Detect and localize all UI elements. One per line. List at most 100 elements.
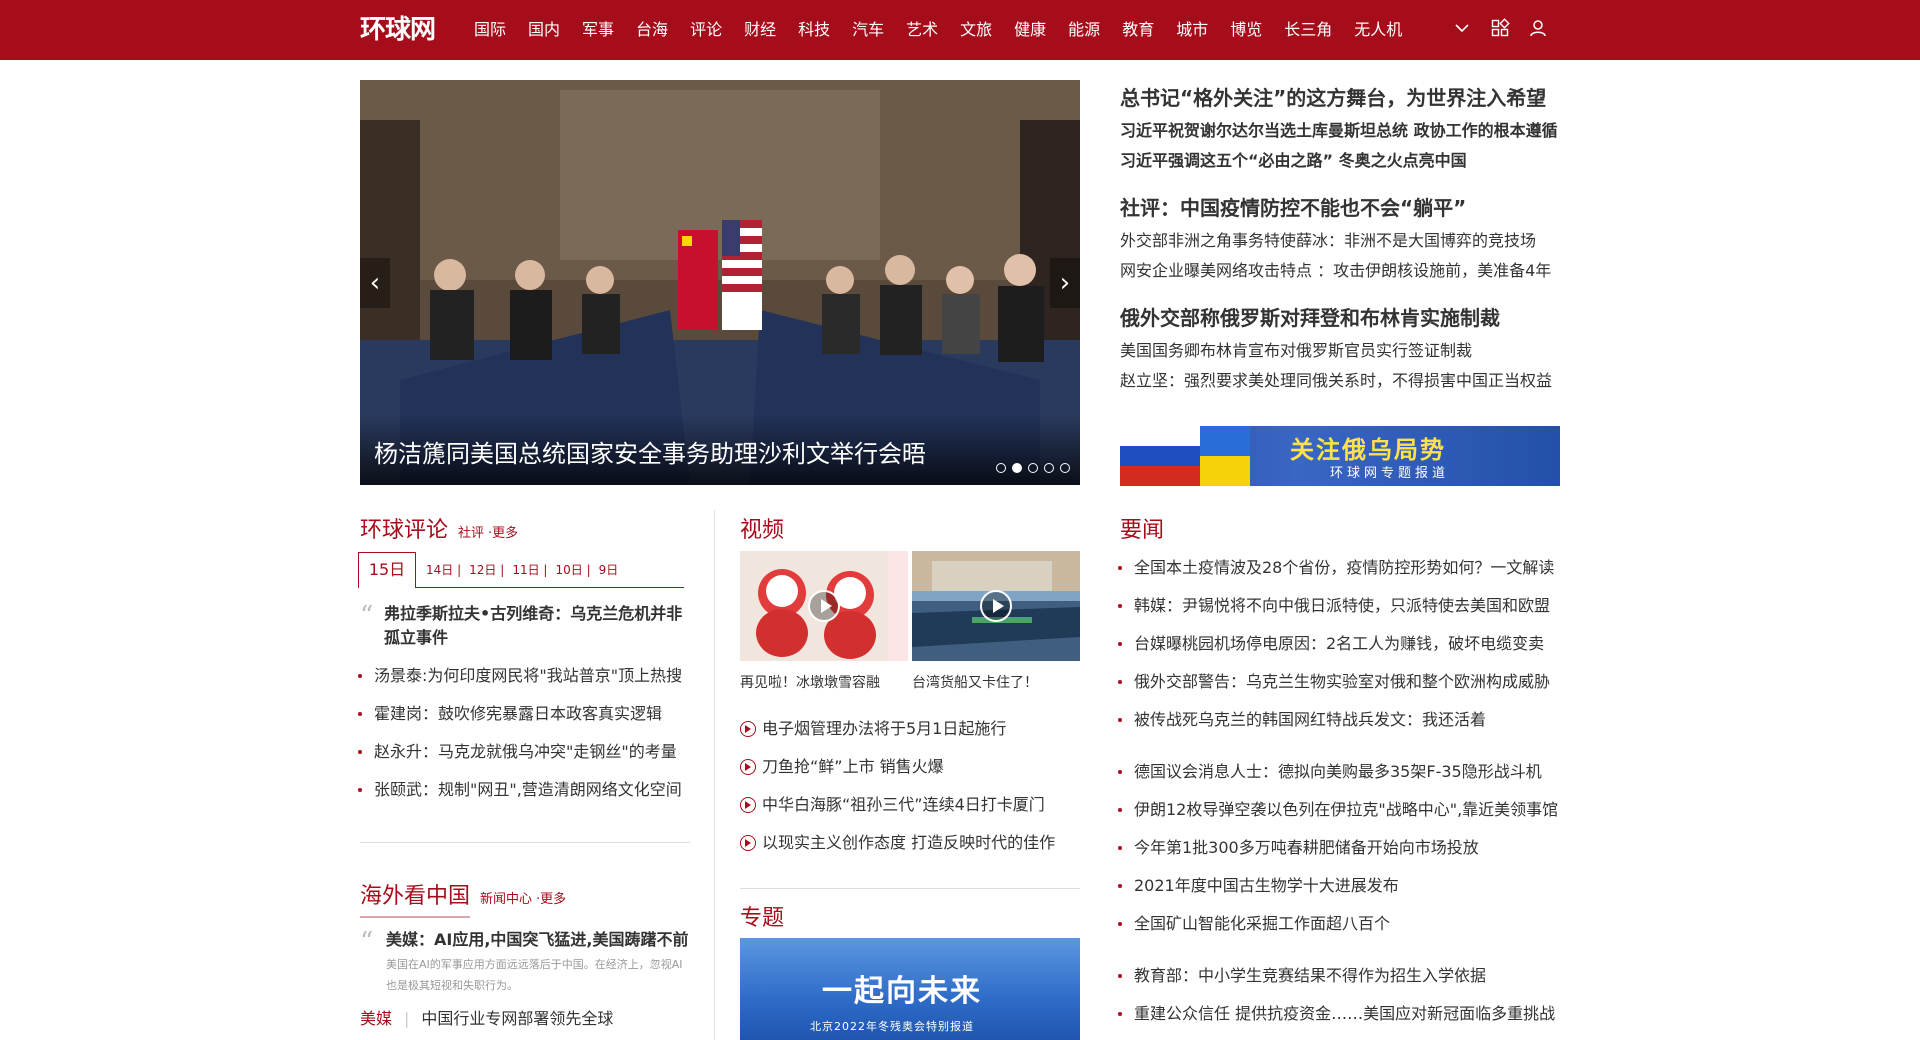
link-news-center[interactable]: 新闻中心 [480,892,532,907]
link-more[interactable]: 更多 [540,892,566,907]
news-item[interactable]: 全国矿山智能化采掘工作面超八百个 [1118,905,1560,943]
section-title[interactable]: 环球评论 [360,512,448,544]
play-icon[interactable] [980,590,1012,622]
video-list-item[interactable]: 电子烟管理办法将于5月1日起施行 [740,710,1080,748]
section-title[interactable]: 海外看中国 [360,878,470,910]
section-title[interactable]: 视频 [740,512,784,544]
line-text[interactable]: 中国行业专网部署领先全球 [421,1009,613,1028]
news-list-1: 全国本土疫情波及28个省份，疫情防控形势如何？一文解读 韩媒：尹锡悦将不向中俄日… [1118,549,1560,739]
featured-comment[interactable]: “ 弗拉季斯拉夫•古列维奇：乌克兰危机并非孤立事件 [360,602,690,650]
date-tab[interactable]: 12日 | [469,561,504,578]
video-list-item[interactable]: 中华白海豚“祖孙三代”连续4日打卡厦门 [740,786,1080,824]
featured-overseas-title[interactable]: 美媒：AI应用,中国突飞猛进,美国踌躇不前 [386,928,690,952]
video-list-item[interactable]: 刀鱼抢“鲜”上市 销售火爆 [740,748,1080,786]
news-item[interactable]: 教育部：中小学生竞赛结果不得作为招生入学依据 [1118,957,1560,995]
main-nav: 国际 国内 军事 台海 评论 财经 科技 汽车 艺术 文旅 健康 能源 教育 城… [474,0,1424,60]
slider-dot[interactable] [996,463,1006,473]
video-caption[interactable]: 再见啦！冰墩墩雪容融 [740,672,880,692]
news-item[interactable]: 德国议会消息人士：德拟向美购最多35架F-35隐形战斗机 [1118,753,1560,791]
apps-grid-icon[interactable] [1490,18,1510,38]
nav-item-yangtze-delta[interactable]: 长三角 [1284,0,1332,60]
list-item[interactable]: 汤景泰:为何印度网民将"我站普京"顶上热搜 [358,657,688,695]
nav-item-culture-travel[interactable]: 文旅 [960,0,992,60]
date-tab-active[interactable]: 15日 [358,551,416,588]
slider-caption[interactable]: 杨洁篪同美国总统国家安全事务助理沙利文举行会晤 [374,434,926,469]
slider-next-button[interactable]: › [1050,258,1080,308]
date-tab[interactable]: 9日 [599,561,619,578]
slider-dot-active[interactable] [1012,463,1022,473]
headline-sub[interactable]: 外交部非洲之角事务特使薛冰：非洲不是大国博弈的竞技场 [1120,226,1560,256]
nav-item-finance[interactable]: 财经 [744,0,776,60]
nav-item-expo[interactable]: 博览 [1230,0,1262,60]
nav-item-city[interactable]: 城市 [1176,0,1208,60]
slider-dot[interactable] [1044,463,1054,473]
news-item[interactable]: 被传战死乌克兰的韩国网红特战兵发文：我还活着 [1118,701,1560,739]
nav-item-military[interactable]: 军事 [582,0,614,60]
news-list-3: 教育部：中小学生竞赛结果不得作为招生入学依据 重建公众信任 提供抗疫资金……美国… [1118,957,1560,1033]
headline-sub[interactable]: 习近平祝贺谢尔达尔当选土库曼斯坦总统 政协工作的根本遵循 [1120,116,1560,146]
source-tag[interactable]: 美媒 [360,1009,392,1028]
date-tab[interactable]: 11日 | [512,561,547,578]
overseas-line-item[interactable]: 美媒 | 中国行业专网部署领先全球 [360,1005,613,1029]
topic-title: 一起向未来 [822,974,982,1009]
slider-dot[interactable] [1028,463,1038,473]
video-thumb[interactable] [912,551,1080,661]
nav-item-tech[interactable]: 科技 [798,0,830,60]
slider-dots [996,463,1070,473]
nav-item-international[interactable]: 国际 [474,0,506,60]
headline-sub[interactable]: 赵立坚：强烈要求美处理同俄关系时，不得损害中国正当权益 [1120,366,1560,396]
headline-title[interactable]: 总书记“格外关注”的这方舞台，为世界注入希望 [1120,80,1560,116]
user-icon[interactable] [1528,18,1548,38]
nav-icons [1452,18,1548,38]
nav-item-health[interactable]: 健康 [1014,0,1046,60]
headline-title[interactable]: 社评：中国疫情防控不能也不会“躺平” [1120,190,1560,226]
play-icon[interactable] [808,590,840,622]
news-item[interactable]: 伊朗12枚导弹空袭以色列在伊拉克"战略中心",靠近美领事馆 [1118,791,1560,829]
headline-sub[interactable]: 美国国务卿布林肯宣布对俄罗斯官员实行签证制裁 [1120,336,1560,366]
nav-item-auto[interactable]: 汽车 [852,0,884,60]
date-tab[interactable]: 14日 | [426,561,461,578]
news-item[interactable]: 今年第1批300多万吨春耕肥储备开始向市场投放 [1118,829,1560,867]
list-item[interactable]: 张颐武：规制"网丑",营造清朗网络文化空间 [358,771,688,809]
news-item[interactable]: 2021年度中国古生物学十大进展发布 [1118,867,1560,905]
nav-item-taiwan-strait[interactable]: 台海 [636,0,668,60]
link-editorial[interactable]: 社评 [458,526,484,541]
headline-title[interactable]: 俄外交部称俄罗斯对拜登和布林肯实施制裁 [1120,300,1560,336]
news-item[interactable]: 全国本土疫情波及28个省份，疫情防控形势如何？一文解读 [1118,549,1560,587]
news-section-header: 要闻 [1120,512,1164,544]
news-item[interactable]: 俄外交部警告：乌克兰生物实验室对俄和整个欧洲构成威胁 [1118,663,1560,701]
separator: | [404,1009,410,1028]
video-caption[interactable]: 台湾货船又卡住了！ [912,672,1038,692]
headline-sub[interactable]: 网安企业曝美网络攻击特点 ：攻击伊朗核设施前，美准备4年 [1120,256,1560,286]
featured-comment-title[interactable]: 弗拉季斯拉夫•古列维奇：乌克兰危机并非孤立事件 [384,602,690,650]
news-item[interactable]: 重建公众信任 提供抗疫资金……美国应对新冠面临多重挑战 [1118,995,1560,1033]
news-item[interactable]: 韩媒：尹锡悦将不向中俄日派特使，只派特使去美国和欧盟 [1118,587,1560,625]
nav-item-education[interactable]: 教育 [1122,0,1154,60]
news-item[interactable]: 台媒曝桃园机场停电原因：2名工人为赚钱，破坏电缆变卖 [1118,625,1560,663]
nav-item-art[interactable]: 艺术 [906,0,938,60]
date-tab[interactable]: 10日 | [555,561,590,578]
site-logo[interactable]: 环球网 [360,14,436,46]
slider-dot[interactable] [1060,463,1070,473]
russia-ukraine-banner[interactable]: 关注俄乌局势 环球网专题报道 [1120,426,1560,486]
overseas-section-header: 海外看中国 新闻中心 ·更多 [360,878,570,910]
nav-item-domestic[interactable]: 国内 [528,0,560,60]
chevron-down-icon[interactable] [1452,18,1472,38]
headline-slider[interactable]: 杨洁篪同美国总统国家安全事务助理沙利文举行会晤 ‹ › [360,80,1080,485]
section-title[interactable]: 要闻 [1120,512,1164,544]
slider-prev-button[interactable]: ‹ [360,258,390,308]
section-underline [360,916,470,918]
nav-item-drone[interactable]: 无人机 [1354,0,1402,60]
section-title[interactable]: 专题 [740,900,784,932]
video-thumb[interactable] [740,551,908,661]
video-list-item[interactable]: 以现实主义创作态度 打造反映时代的佳作 [740,824,1080,862]
headline-sub[interactable]: 习近平强调这五个“必由之路” 冬奥之火点亮中国 [1120,146,1560,176]
list-item[interactable]: 霍建岗：鼓吹修宪暴露日本政客真实逻辑 [358,695,688,733]
link-more[interactable]: 更多 [492,526,518,541]
list-item[interactable]: 赵永升：马克龙就俄乌冲突"走钢丝"的考量 [358,733,688,771]
topic-banner[interactable]: 一起向未来 北京2022年冬残奥会特别报道 [740,938,1080,1040]
featured-overseas[interactable]: “ 美媒：AI应用,中国突飞猛进,美国踌躇不前 美国在AI的军事应用方面远远落后… [360,928,690,996]
nav-item-energy[interactable]: 能源 [1068,0,1100,60]
section-divider [740,888,1080,889]
nav-item-opinion[interactable]: 评论 [690,0,722,60]
